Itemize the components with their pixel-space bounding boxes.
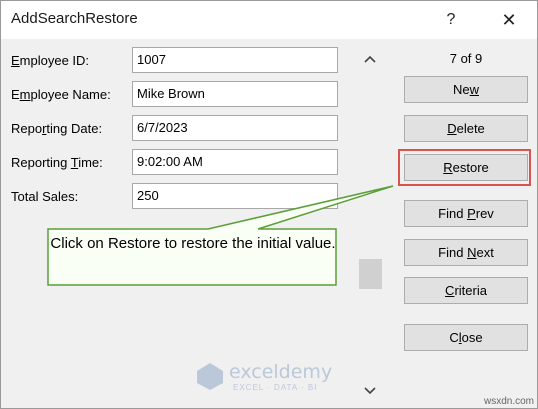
scroll-down-icon[interactable] [363,383,377,397]
access-key: E [11,53,20,68]
exceldemy-logo-icon [197,363,223,390]
find-next-button[interactable]: Find Next [404,239,528,266]
label-rest: Total Sales: [11,189,79,204]
employee-name-field[interactable]: Mike Brown [132,81,338,107]
close-window-button[interactable]: ✕ [495,7,523,33]
criteria-label: riteria [454,283,487,298]
label-rest: E [11,87,20,102]
find-next-label: Find [438,245,468,260]
label-rest: ting Date: [46,121,103,136]
access-key: m [19,87,31,102]
label-employee-name: Employee Name: [11,87,111,102]
restore-label: estore [452,160,489,175]
delete-label: elete [456,121,485,136]
title-bar: AddSearchRestore ? ✕ [1,1,537,39]
access-key: P [467,206,476,221]
delete-button[interactable]: Delete [404,115,528,142]
restore-button[interactable]: Restore [404,154,528,181]
label-reporting-time: Reporting Time: [11,155,103,170]
scroll-up-icon[interactable] [363,53,377,67]
label-rest: mployee ID: [19,53,90,68]
employee-id-field[interactable]: 1007 [132,47,338,73]
label-rest: Reporting [11,155,71,170]
close-label-rest: ose [461,330,483,345]
callout-text: Click on Restore to restore the initial … [50,235,336,252]
total-sales-field[interactable]: 250 [132,183,338,209]
close-button[interactable]: Close [404,324,528,351]
scroll-thumb[interactable] [359,259,382,289]
corner-mark: wsxdn.com [483,396,534,407]
find-prev-label-rest: rev [475,206,494,221]
find-prev-label: Find [438,206,468,221]
watermark-sub: EXCEL · DATA · BI [233,383,318,392]
access-key: w [469,82,479,97]
find-next-label-rest: ext [476,245,494,260]
close-label: C [449,330,459,345]
watermark-name: exceldemy [229,361,333,383]
label-total-sales: Total Sales: [11,189,78,204]
watermark: exceldemy EXCEL · DATA · BI [195,361,345,395]
record-counter: 7 of 9 [449,51,483,66]
new-button[interactable]: New [404,76,528,103]
record-scrollbar[interactable] [359,45,383,401]
access-key: D [447,121,457,136]
label-reporting-date: Reporting Date: [11,121,102,136]
label-rest: ime: [78,155,103,170]
label-rest: ployee Name: [30,87,111,102]
label-employee-id: Employee ID: [11,53,89,68]
label-rest: Repo [11,121,43,136]
reporting-time-field[interactable]: 9:02:00 AM [132,149,338,175]
form-window: AddSearchRestore ? ✕ Employee ID: Employ… [0,0,538,409]
criteria-button[interactable]: Criteria [404,277,528,304]
window-title: AddSearchRestore [11,10,138,27]
reporting-date-field[interactable]: 6/7/2023 [132,115,338,141]
access-key: R [443,160,453,175]
new-label: Ne [452,82,470,97]
help-button[interactable]: ? [437,7,465,33]
find-prev-button[interactable]: Find Prev [404,200,528,227]
